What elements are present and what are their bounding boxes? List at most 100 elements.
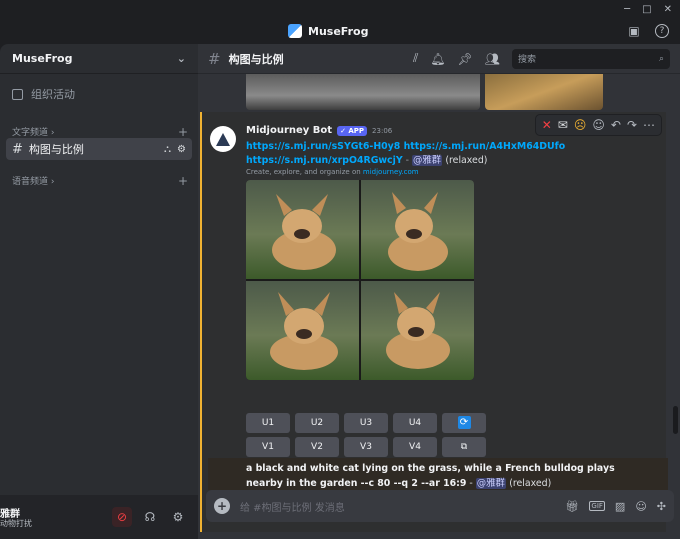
category-voice-label: 语音频道 <box>12 177 49 187</box>
title-bar: ─ □ ✕ MuseFrog ▣ ? <box>0 0 680 44</box>
app-title-text: MuseFrog <box>308 24 369 38</box>
next-message: a black and white cat lying on the grass… <box>246 461 636 491</box>
u1-button[interactable]: U1 <box>246 413 290 433</box>
pin-icon[interactable]: 📌︎ <box>458 52 473 66</box>
v4-button[interactable]: V4 <box>393 437 437 457</box>
upscale-variation-buttons: U1 U2 U3 U4 ⟳ V1 V2 V3 V4 ⧉ <box>246 413 486 457</box>
sailboat-icon <box>216 132 230 146</box>
bell-icon[interactable]: 🔔︎ <box>430 52 445 66</box>
gear-icon[interactable]: ⚙ <box>177 144 186 155</box>
app-logo-icon <box>288 24 302 38</box>
previous-image-left[interactable] <box>246 74 480 110</box>
chevron-right-icon: › <box>50 177 55 187</box>
mode-label: (relaxed) <box>509 478 552 489</box>
add-channel-icon[interactable]: + <box>178 125 188 139</box>
events-label: 组织活动 <box>31 88 75 101</box>
server-name: MuseFrog <box>12 52 73 65</box>
gif-icon[interactable]: GIF <box>589 501 605 511</box>
external-link-icon: ⧉ <box>460 442 468 452</box>
members-icon[interactable]: 👥︎ <box>485 52 500 66</box>
server-header[interactable]: MuseFrog ⌄ <box>0 44 198 74</box>
category-voice-channels[interactable]: 语音频道 › + <box>12 174 188 188</box>
add-attachment-icon[interactable]: + <box>214 498 230 514</box>
separator: - <box>402 155 412 166</box>
v2-button[interactable]: V2 <box>295 437 339 457</box>
channel-sidebar: MuseFrog ⌄ 组织活动 文字频道 › + # 构图与比例 ⛬ ⚙ 语音频… <box>0 44 198 495</box>
close-icon[interactable]: ✕ <box>664 4 672 15</box>
user-mention[interactable]: @雅群 <box>475 478 506 489</box>
prompt-text: a black and white cat lying on the grass… <box>246 463 615 489</box>
message-composer: + 给 #构图与比例 发消息 🎁︎ GIF ▨ ☺ ✣ <box>206 490 674 522</box>
window-controls: ─ □ ✕ <box>624 4 672 15</box>
envelope-reaction-icon[interactable]: ✉ <box>558 118 568 132</box>
grid-image-1[interactable] <box>246 180 359 279</box>
minimize-icon[interactable]: ─ <box>624 4 630 15</box>
maximize-icon[interactable]: □ <box>642 4 651 15</box>
cross-reaction-icon[interactable]: ✕ <box>542 118 552 132</box>
app-badge: ✓ APP <box>337 125 368 136</box>
message-content: https://s.mj.run/sSYGt6-H0y8 https://s.m… <box>246 140 626 168</box>
settings-gear-icon[interactable]: ⚙ <box>168 507 188 527</box>
v3-button[interactable]: V3 <box>344 437 388 457</box>
forward-icon[interactable]: ↷ <box>627 118 637 132</box>
grid-image-4[interactable] <box>361 281 474 380</box>
reply-icon[interactable]: ↶ <box>611 118 621 132</box>
threads-icon[interactable]: ⫽ <box>413 51 418 66</box>
reroll-icon: ⟳ <box>457 416 471 429</box>
channel-header: # 构图与比例 ⫽ 🔔︎ 📌︎ 👥︎ 搜索 ⌕ <box>198 44 680 74</box>
scrollbar-thumb[interactable] <box>673 406 678 434</box>
mode-label: (relaxed) <box>445 155 488 166</box>
invite-icon[interactable]: ⛬ <box>164 144 171 155</box>
search-icon: ⌕ <box>658 53 664 64</box>
separator: - <box>466 478 476 489</box>
u3-button[interactable]: U3 <box>344 413 388 433</box>
emoji-icon[interactable]: ☺ <box>635 500 646 513</box>
add-reaction-icon[interactable]: ☺ <box>592 118 605 132</box>
embed-note: Create, explore, and organize on midjour… <box>246 168 419 176</box>
chat-area: # 构图与比例 ⫽ 🔔︎ 📌︎ 👥︎ 搜索 ⌕ ✕ ✉ ☹ ☺ ↶ ↷ ⋯ Mi… <box>198 44 680 539</box>
hash-icon: # <box>12 141 23 157</box>
calendar-icon <box>12 88 23 100</box>
grid-image-3[interactable] <box>246 281 359 380</box>
apps-icon[interactable]: ✣ <box>657 500 666 513</box>
user-panel: 雅群 动物打扰 ⊘ ☊ ⚙ <box>0 495 198 539</box>
bot-avatar[interactable] <box>210 126 236 152</box>
app-title: MuseFrog <box>288 24 368 38</box>
sticker-icon[interactable]: ▨ <box>615 500 625 513</box>
add-channel-icon[interactable]: + <box>178 174 188 188</box>
u2-button[interactable]: U2 <box>295 413 339 433</box>
chevron-right-icon: › <box>50 128 55 138</box>
message-author[interactable]: Midjourney Bot <box>246 125 332 136</box>
embed-prefix: Create, explore, and organize on <box>246 168 363 176</box>
gift-icon[interactable]: 🎁︎ <box>565 500 579 513</box>
channel-title: 构图与比例 <box>228 52 284 66</box>
message-timestamp: 23:06 <box>372 126 393 135</box>
u4-button[interactable]: U4 <box>393 413 437 433</box>
message-input[interactable]: 给 #构图与比例 发消息 <box>240 499 555 514</box>
grid-image-2[interactable] <box>361 180 474 279</box>
category-text-channels[interactable]: 文字频道 › + <box>12 125 188 139</box>
search-input[interactable]: 搜索 ⌕ <box>512 48 670 69</box>
mic-muted-icon[interactable]: ⊘ <box>112 507 132 527</box>
sad-face-reaction-icon[interactable]: ☹ <box>574 118 587 132</box>
image-link[interactable]: https://s.mj.run/A4HxM64DUfo <box>404 141 566 152</box>
more-icon[interactable]: ⋯ <box>643 118 655 132</box>
reroll-button[interactable]: ⟳ <box>442 413 486 433</box>
image-link[interactable]: https://s.mj.run/sSYGt6-H0y8 <box>246 141 400 152</box>
message-header: Midjourney Bot ✓ APP 23:06 <box>246 125 392 136</box>
hash-icon: # <box>208 49 221 68</box>
previous-image-right[interactable] <box>485 74 603 110</box>
message-action-bar: ✕ ✉ ☹ ☺ ↶ ↷ ⋯ <box>534 114 662 136</box>
image-link[interactable]: https://s.mj.run/xrpO4RGwcjY <box>246 155 403 166</box>
events-item[interactable]: 组织活动 <box>12 86 75 102</box>
image-grid[interactable] <box>246 180 474 380</box>
v1-button[interactable]: V1 <box>246 437 290 457</box>
user-mention[interactable]: @雅群 <box>411 155 443 166</box>
open-link-button[interactable]: ⧉ <box>442 437 486 457</box>
headphones-icon[interactable]: ☊ <box>140 507 160 527</box>
inbox-icon[interactable]: ▣ <box>627 24 641 38</box>
help-icon[interactable]: ? <box>655 24 669 38</box>
embed-link[interactable]: midjourney.com <box>363 168 419 176</box>
search-placeholder: 搜索 <box>518 55 537 65</box>
sidebar-item-active-channel[interactable]: # 构图与比例 ⛬ ⚙ <box>6 138 192 160</box>
